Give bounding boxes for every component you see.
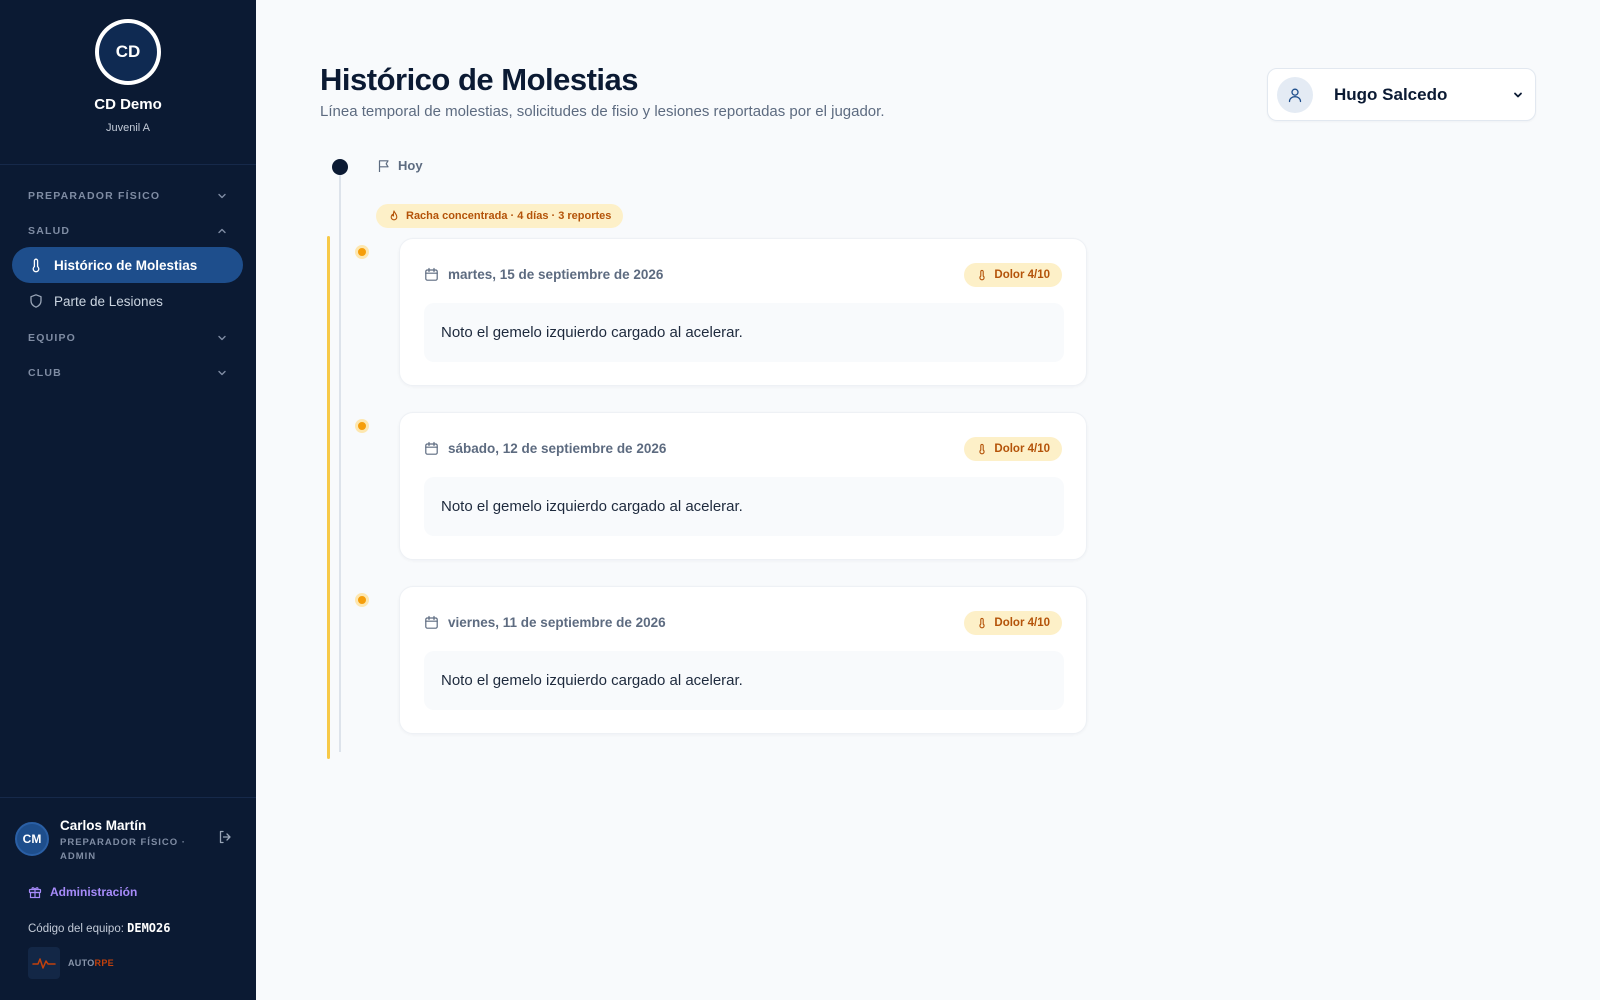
pain-badge: Dolor 4/10 <box>964 611 1062 635</box>
club-header: CD CD Demo Juvenil A <box>0 0 256 165</box>
flame-icon <box>390 210 398 221</box>
entry-date: sábado, 12 de septiembre de 2026 <box>424 441 666 456</box>
calendar-icon <box>425 441 438 455</box>
admin-link-label: Administración <box>50 885 138 899</box>
pulse-icon <box>28 947 60 979</box>
today-label: Hoy <box>398 158 423 173</box>
sidebar: CD CD Demo Juvenil A PREPARADOR FÍSICO S… <box>0 0 256 1000</box>
chevron-down-icon <box>218 335 226 341</box>
chevron-down-icon <box>218 193 226 199</box>
chevron-down-icon <box>218 370 226 376</box>
avatar: CM <box>15 822 49 856</box>
entry-date: martes, 15 de septiembre de 2026 <box>424 267 663 282</box>
chevron-down-icon <box>1514 92 1522 98</box>
timeline-start-dot <box>332 159 348 175</box>
page-subtitle: Línea temporal de molestias, solicitudes… <box>320 103 885 120</box>
sidebar-item-historico-molestias[interactable]: Histórico de Molestias <box>12 247 243 283</box>
user-name: Carlos Martín <box>60 818 147 833</box>
today-marker: Hoy <box>377 158 423 173</box>
streak-bar <box>327 236 330 759</box>
nav-section-label: PREPARADOR FÍSICO <box>28 190 161 202</box>
entry-date-label: martes, 15 de septiembre de 2026 <box>448 267 664 282</box>
entry-note: Noto el gemelo izquierdo cargado al acel… <box>424 303 1064 362</box>
pain-label: Dolor 4/10 <box>994 443 1050 455</box>
nav-section-label: CLUB <box>28 367 62 379</box>
timeline-entry-dot <box>355 419 369 433</box>
pain-label: Dolor 4/10 <box>994 617 1050 629</box>
sidebar-item-label: Parte de Lesiones <box>54 293 163 309</box>
thermometer-icon <box>979 443 986 455</box>
team-code: Código del equipo: DEMO26 <box>28 921 170 935</box>
timeline-entry-dot <box>355 593 369 607</box>
team-code-label: Código del equipo: <box>28 923 124 935</box>
streak-label: Racha concentrada · 4 días · 3 reportes <box>406 210 612 222</box>
streak-badge: Racha concentrada · 4 días · 3 reportes <box>376 204 624 228</box>
page-title: Histórico de Molestias <box>320 62 639 97</box>
thermometer-icon <box>28 257 44 273</box>
user-role: PREPARADOR FÍSICO · ADMIN <box>60 837 186 862</box>
thermometer-icon <box>979 617 986 629</box>
entry-date-label: viernes, 11 de septiembre de 2026 <box>448 615 666 630</box>
nav-section-club[interactable]: CLUB <box>28 367 228 379</box>
nav-section-label: EQUIPO <box>28 332 77 344</box>
pain-label: Dolor 4/10 <box>994 269 1050 281</box>
nav-section-salud[interactable]: SALUD <box>28 225 228 237</box>
entry-date: viernes, 11 de septiembre de 2026 <box>424 615 666 630</box>
club-logo: CD <box>95 19 161 85</box>
entry-note: Noto el gemelo izquierdo cargado al acel… <box>424 651 1064 710</box>
pain-badge: Dolor 4/10 <box>964 263 1062 287</box>
timeline-entry-dot <box>355 245 369 259</box>
brand-logo: AUTORPE <box>28 947 114 979</box>
brand-name-part2: RPE <box>94 958 114 968</box>
timeline-line <box>339 175 341 752</box>
timeline-entry-card: viernes, 11 de septiembre de 2026 Dolor … <box>399 586 1087 734</box>
team-code-value: DEMO26 <box>127 921 171 935</box>
entry-note: Noto el gemelo izquierdo cargado al acel… <box>424 477 1064 536</box>
nav-section-label: SALUD <box>28 225 71 237</box>
chevron-up-icon <box>218 228 226 234</box>
logout-icon[interactable] <box>217 829 233 845</box>
user-icon <box>1277 76 1313 113</box>
flag-icon <box>378 159 389 172</box>
pain-badge: Dolor 4/10 <box>964 437 1062 461</box>
nav-section-equipo[interactable]: EQUIPO <box>28 332 228 344</box>
club-logo-initials: CD <box>99 23 157 81</box>
sidebar-item-label: Histórico de Molestias <box>54 257 198 273</box>
player-select-value: Hugo Salcedo <box>1334 84 1448 104</box>
timeline-entry-card: sábado, 12 de septiembre de 2026 Dolor 4… <box>399 412 1087 560</box>
thermometer-icon <box>979 269 986 281</box>
shield-icon <box>28 293 44 309</box>
calendar-icon <box>425 615 438 629</box>
timeline-entry-card: martes, 15 de septiembre de 2026 Dolor 4… <box>399 238 1087 386</box>
user-panel: CM Carlos Martín PREPARADOR FÍSICO · ADM… <box>0 797 256 1000</box>
gift-icon <box>28 887 42 899</box>
club-name: CD Demo <box>94 96 162 113</box>
calendar-icon <box>425 267 438 281</box>
nav-section-preparador-fisico[interactable]: PREPARADOR FÍSICO <box>28 190 228 202</box>
entry-date-label: sábado, 12 de septiembre de 2026 <box>448 441 667 456</box>
team-name: Juvenil A <box>105 122 151 134</box>
player-select[interactable]: Hugo Salcedo <box>1267 68 1536 121</box>
brand-name: AUTORPE <box>68 958 114 968</box>
brand-name-part1: AUTO <box>68 958 95 968</box>
admin-link[interactable]: Administración <box>28 885 137 899</box>
sidebar-item-parte-lesiones[interactable]: Parte de Lesiones <box>12 283 243 319</box>
